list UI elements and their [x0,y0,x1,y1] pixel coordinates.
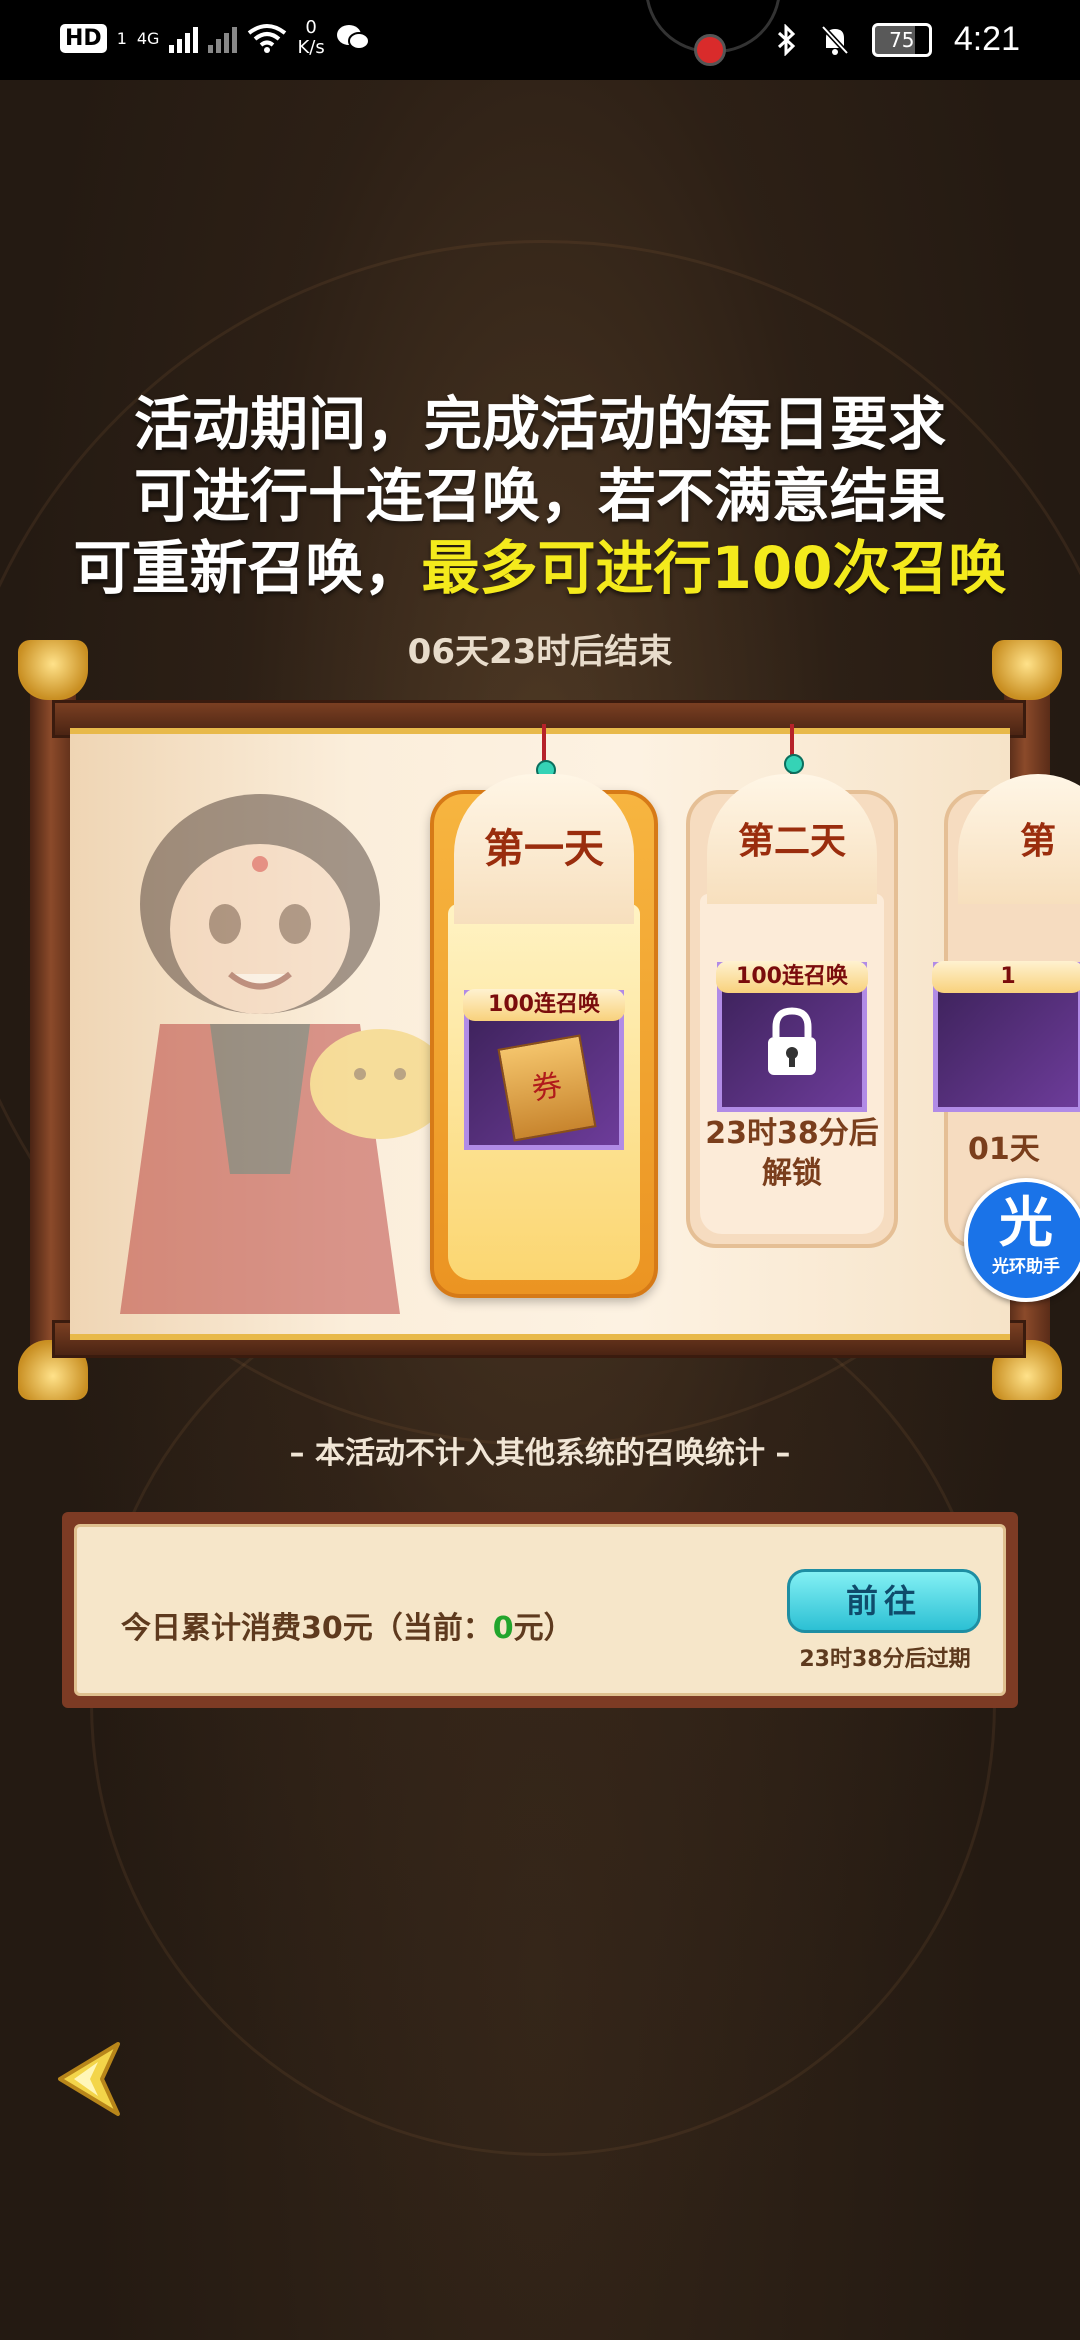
summon-ticket-reward-locked[interactable]: 1 [932,961,1080,1112]
headline-line-1: 活动期间，完成活动的每日要求 [133,390,946,458]
status-right: 75 4:21 [776,20,1020,59]
daily-task-panel: 今日累计消费30元（当前：0元） 前往 23时38分后过期 [62,1512,1018,1708]
clock: 4:21 [953,20,1020,58]
headline-line-3-prefix: 可重新召唤， [73,534,422,602]
bluetooth-icon [777,23,795,56]
helper-float-button[interactable]: 光 光环助手 [964,1178,1080,1302]
event-note: – 本活动不计入其他系统的召唤统计 – [289,1436,791,1471]
record-dot-icon [694,34,726,66]
unlock-time: 23时38分后 [705,1116,879,1151]
hd-icon: HD [60,23,107,53]
lock-icon [768,1007,816,1075]
day-2-unlock-timer: 23时38分后 解锁 [690,1114,894,1194]
helper-logo-icon: 光 [999,1191,1053,1254]
status-bar: HD 1 4G 0 K/s 75 4:21 [0,0,1080,80]
reward-label: 100连召唤 [716,961,868,993]
event-description: 活动期间，完成活动的每日要求 可进行十连召唤，若不满意结果 可重新召唤，最多可进… [40,388,1040,604]
go-button[interactable]: 前往 [787,1569,981,1633]
helper-label: 光环助手 [992,1257,1060,1277]
reward-label: 100连召唤 [463,989,625,1021]
battery-icon: 75 [871,22,932,57]
rod-cap-top-left [18,640,88,700]
status-left: HD 1 4G 0 K/s [60,18,371,58]
sim-indicator: 1 [116,28,127,48]
headline-line-3: 可重新召唤，最多可进行100次召唤 [40,532,1040,604]
rod-cap-top-right [992,640,1062,700]
day-2-card[interactable]: 第二天 100连召唤 23时38分后 解锁 [686,724,898,1248]
daily-task-body: 今日累计消费30元（当前：0元） 前往 23时38分后过期 [74,1524,1006,1696]
event-countdown: 06天23时后结束 [407,632,673,672]
headline-line-2: 可进行十连召唤，若不满意结果 [133,462,946,530]
day-3-title: 第 [958,774,1080,904]
summon-ticket-reward[interactable]: 100连召唤 券 [463,989,625,1150]
task-expire-timer: 23时38分后过期 [799,1647,971,1672]
ticket-icon: 券 [497,1034,597,1142]
wifi-icon [248,24,287,53]
task-current-value: 0 [492,1611,514,1646]
mute-bell-icon [820,24,849,55]
day-1-title: 第一天 [454,774,634,924]
summon-ticket-reward-locked[interactable]: 100连召唤 [716,961,868,1112]
day-1-card[interactable]: 第一天 100连召唤 券 [430,724,658,1298]
back-arrow-icon[interactable] [40,2034,130,2124]
day-3-unlock-timer: 01天 [968,1132,1040,1167]
network-type: 4G [136,28,160,48]
net-speed-value: 0 [305,17,317,38]
jade-bead-icon [784,754,804,774]
reward-label: 1 [932,961,1080,993]
hero-character-illustration [120,794,450,1314]
task-text-prefix: 今日累计消费30元（当前： [121,1611,493,1646]
net-speed: 0 K/s [297,18,324,58]
net-speed-unit: K/s [297,37,325,58]
game-screen: HD 1 4G 0 K/s 75 4:21 活动期间，完成活动的每日要求 可进行… [0,0,1080,2340]
headline-highlight: 最多可进行100次召唤 [421,534,1007,602]
day-2-title: 第二天 [707,774,877,904]
unlock-label: 解锁 [762,1156,822,1191]
signal-2-icon [208,23,238,53]
signal-icon [169,23,199,53]
wechat-icon [336,25,370,50]
task-description: 今日累计消费30元（当前：0元） [121,1603,574,1647]
task-text-suffix: 元） [513,1611,574,1646]
